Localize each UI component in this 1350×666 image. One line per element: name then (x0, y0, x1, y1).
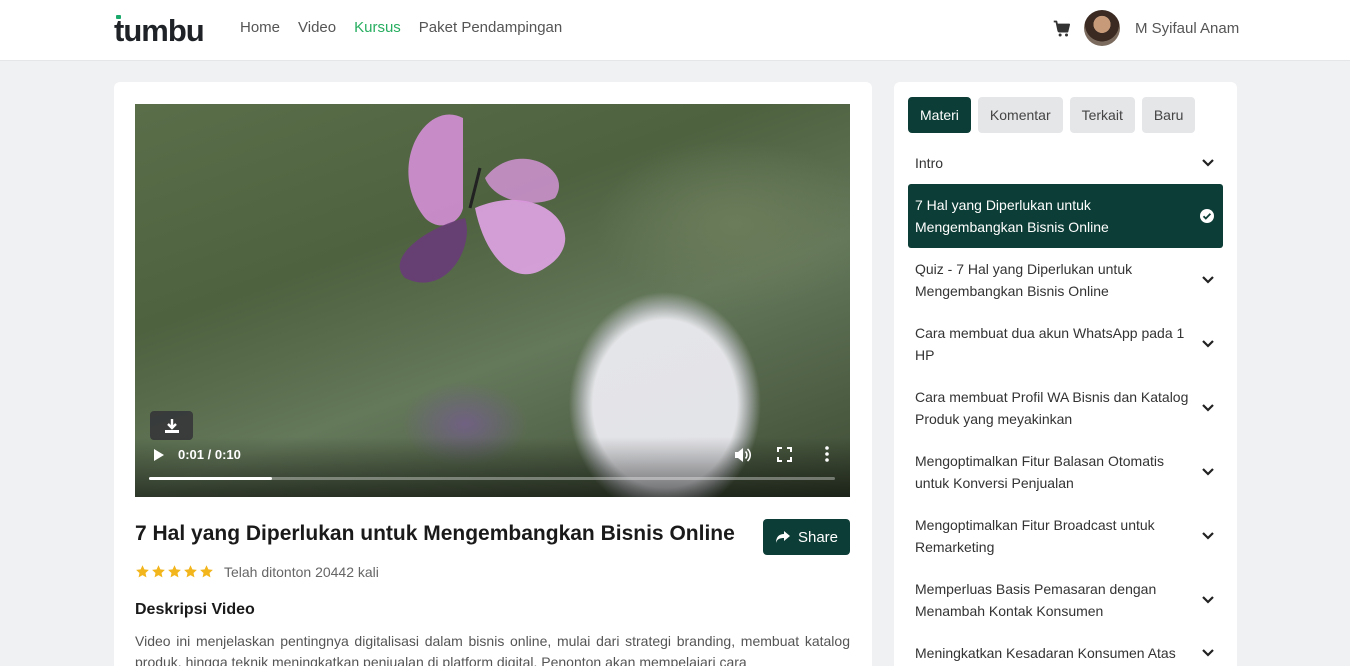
video-player[interactable]: 0:01 / 0:10 (135, 104, 850, 497)
lesson-label: Cara membuat dua akun WhatsApp pada 1 HP (915, 325, 1185, 363)
play-icon[interactable] (153, 448, 165, 462)
lesson-label: Intro (915, 155, 944, 171)
chevron-down-icon (1202, 468, 1214, 476)
completed-check-icon (1200, 209, 1214, 223)
lesson-label: Mengoptimalkan Fitur Broadcast untuk Rem… (915, 517, 1155, 555)
video-frame-butterfly (399, 114, 566, 283)
description-heading: Deskripsi Video (135, 601, 255, 618)
more-options-icon[interactable] (824, 445, 830, 463)
download-icon (164, 418, 179, 433)
lesson-list: Intro 7 Hal yang Diperlukan untuk Mengemb… (908, 142, 1223, 666)
lesson-label: Cara membuat Profil WA Bisnis dan Katalo… (915, 389, 1189, 427)
site-logo[interactable]: tumbu (114, 13, 205, 49)
tab-materi[interactable]: Materi (908, 97, 971, 133)
fullscreen-icon[interactable] (777, 447, 792, 462)
chevron-down-icon (1202, 532, 1214, 540)
description-text: Video ini menjelaskan pentingnya digital… (135, 633, 850, 666)
lesson-label: 7 Hal yang Diperlukan untuk Mengembangka… (915, 197, 1109, 235)
share-icon (775, 531, 790, 543)
lesson-item[interactable]: Meningkatkan Kesadaran Konsumen Atas (908, 632, 1223, 666)
star-icon (184, 565, 197, 578)
nav-video[interactable]: Video (298, 19, 336, 36)
user-name[interactable]: M Syifaul Anam (1135, 20, 1239, 37)
cart-icon[interactable] (1053, 20, 1071, 38)
logo-accent (116, 15, 121, 19)
video-controls: 0:01 / 0:10 (135, 437, 850, 497)
nav-paket-pendampingan[interactable]: Paket Pendampingan (419, 19, 562, 36)
video-time: 0:01 / 0:10 (178, 447, 241, 462)
nav-home[interactable]: Home (240, 19, 280, 36)
video-progress-fill (149, 477, 273, 480)
rating-stars (135, 564, 214, 579)
chevron-down-icon (1202, 596, 1214, 604)
volume-icon[interactable] (733, 446, 751, 464)
lesson-label: Mengoptimalkan Fitur Balasan Otomatis un… (915, 453, 1164, 491)
star-icon (200, 565, 213, 578)
chevron-down-icon (1202, 404, 1214, 412)
tab-terkait[interactable]: Terkait (1069, 97, 1135, 133)
download-button[interactable] (150, 411, 193, 440)
lesson-label: Quiz - 7 Hal yang Diperlukan untuk Menge… (915, 261, 1133, 299)
lesson-item[interactable]: Cara membuat Profil WA Bisnis dan Katalo… (908, 376, 1223, 440)
lesson-label: Memperluas Basis Pemasaran dengan Menamb… (915, 581, 1157, 619)
star-icon (152, 565, 165, 578)
course-sidebar: Materi Komentar Terkait Baru Intro 7 Hal … (894, 82, 1237, 666)
chevron-down-icon (1202, 649, 1214, 657)
lesson-item[interactable]: Memperluas Basis Pemasaran dengan Menamb… (908, 568, 1223, 632)
nav-kursus[interactable]: Kursus (354, 19, 401, 36)
lesson-label: Meningkatkan Kesadaran Konsumen Atas (915, 645, 1176, 661)
main-nav: Home Video Kursus Paket Pendampingan (240, 19, 562, 36)
video-progress-bar[interactable] (149, 477, 835, 480)
share-button[interactable]: Share (763, 519, 850, 555)
sidebar-tabs: Materi Komentar Terkait Baru (908, 97, 1196, 133)
view-count: Telah ditonton 20442 kali (224, 564, 379, 580)
chevron-down-icon (1202, 340, 1214, 348)
lesson-item[interactable]: Mengoptimalkan Fitur Broadcast untuk Rem… (908, 504, 1223, 568)
share-label: Share (797, 528, 839, 546)
lesson-item[interactable]: Quiz - 7 Hal yang Diperlukan untuk Menge… (908, 248, 1223, 312)
star-icon (168, 565, 181, 578)
chevron-down-icon (1202, 276, 1214, 284)
logo-text: tumbu (114, 13, 205, 48)
tab-komentar[interactable]: Komentar (977, 97, 1063, 133)
lesson-item[interactable]: Mengoptimalkan Fitur Balasan Otomatis un… (908, 440, 1223, 504)
main-content-card: 0:01 / 0:10 7 Hal yang Diperlukan untuk … (114, 82, 872, 666)
lesson-item[interactable]: Cara membuat dua akun WhatsApp pada 1 HP (908, 312, 1223, 376)
chevron-down-icon (1202, 159, 1214, 167)
star-icon (136, 565, 149, 578)
tab-baru[interactable]: Baru (1141, 97, 1196, 133)
user-avatar[interactable] (1084, 10, 1120, 46)
lesson-item[interactable]: Intro (908, 142, 1223, 184)
top-navbar: tumbu Home Video Kursus Paket Pendamping… (0, 0, 1350, 61)
video-title: 7 Hal yang Diperlukan untuk Mengembangka… (135, 522, 735, 545)
lesson-item[interactable]: 7 Hal yang Diperlukan untuk Mengembangka… (908, 184, 1223, 248)
